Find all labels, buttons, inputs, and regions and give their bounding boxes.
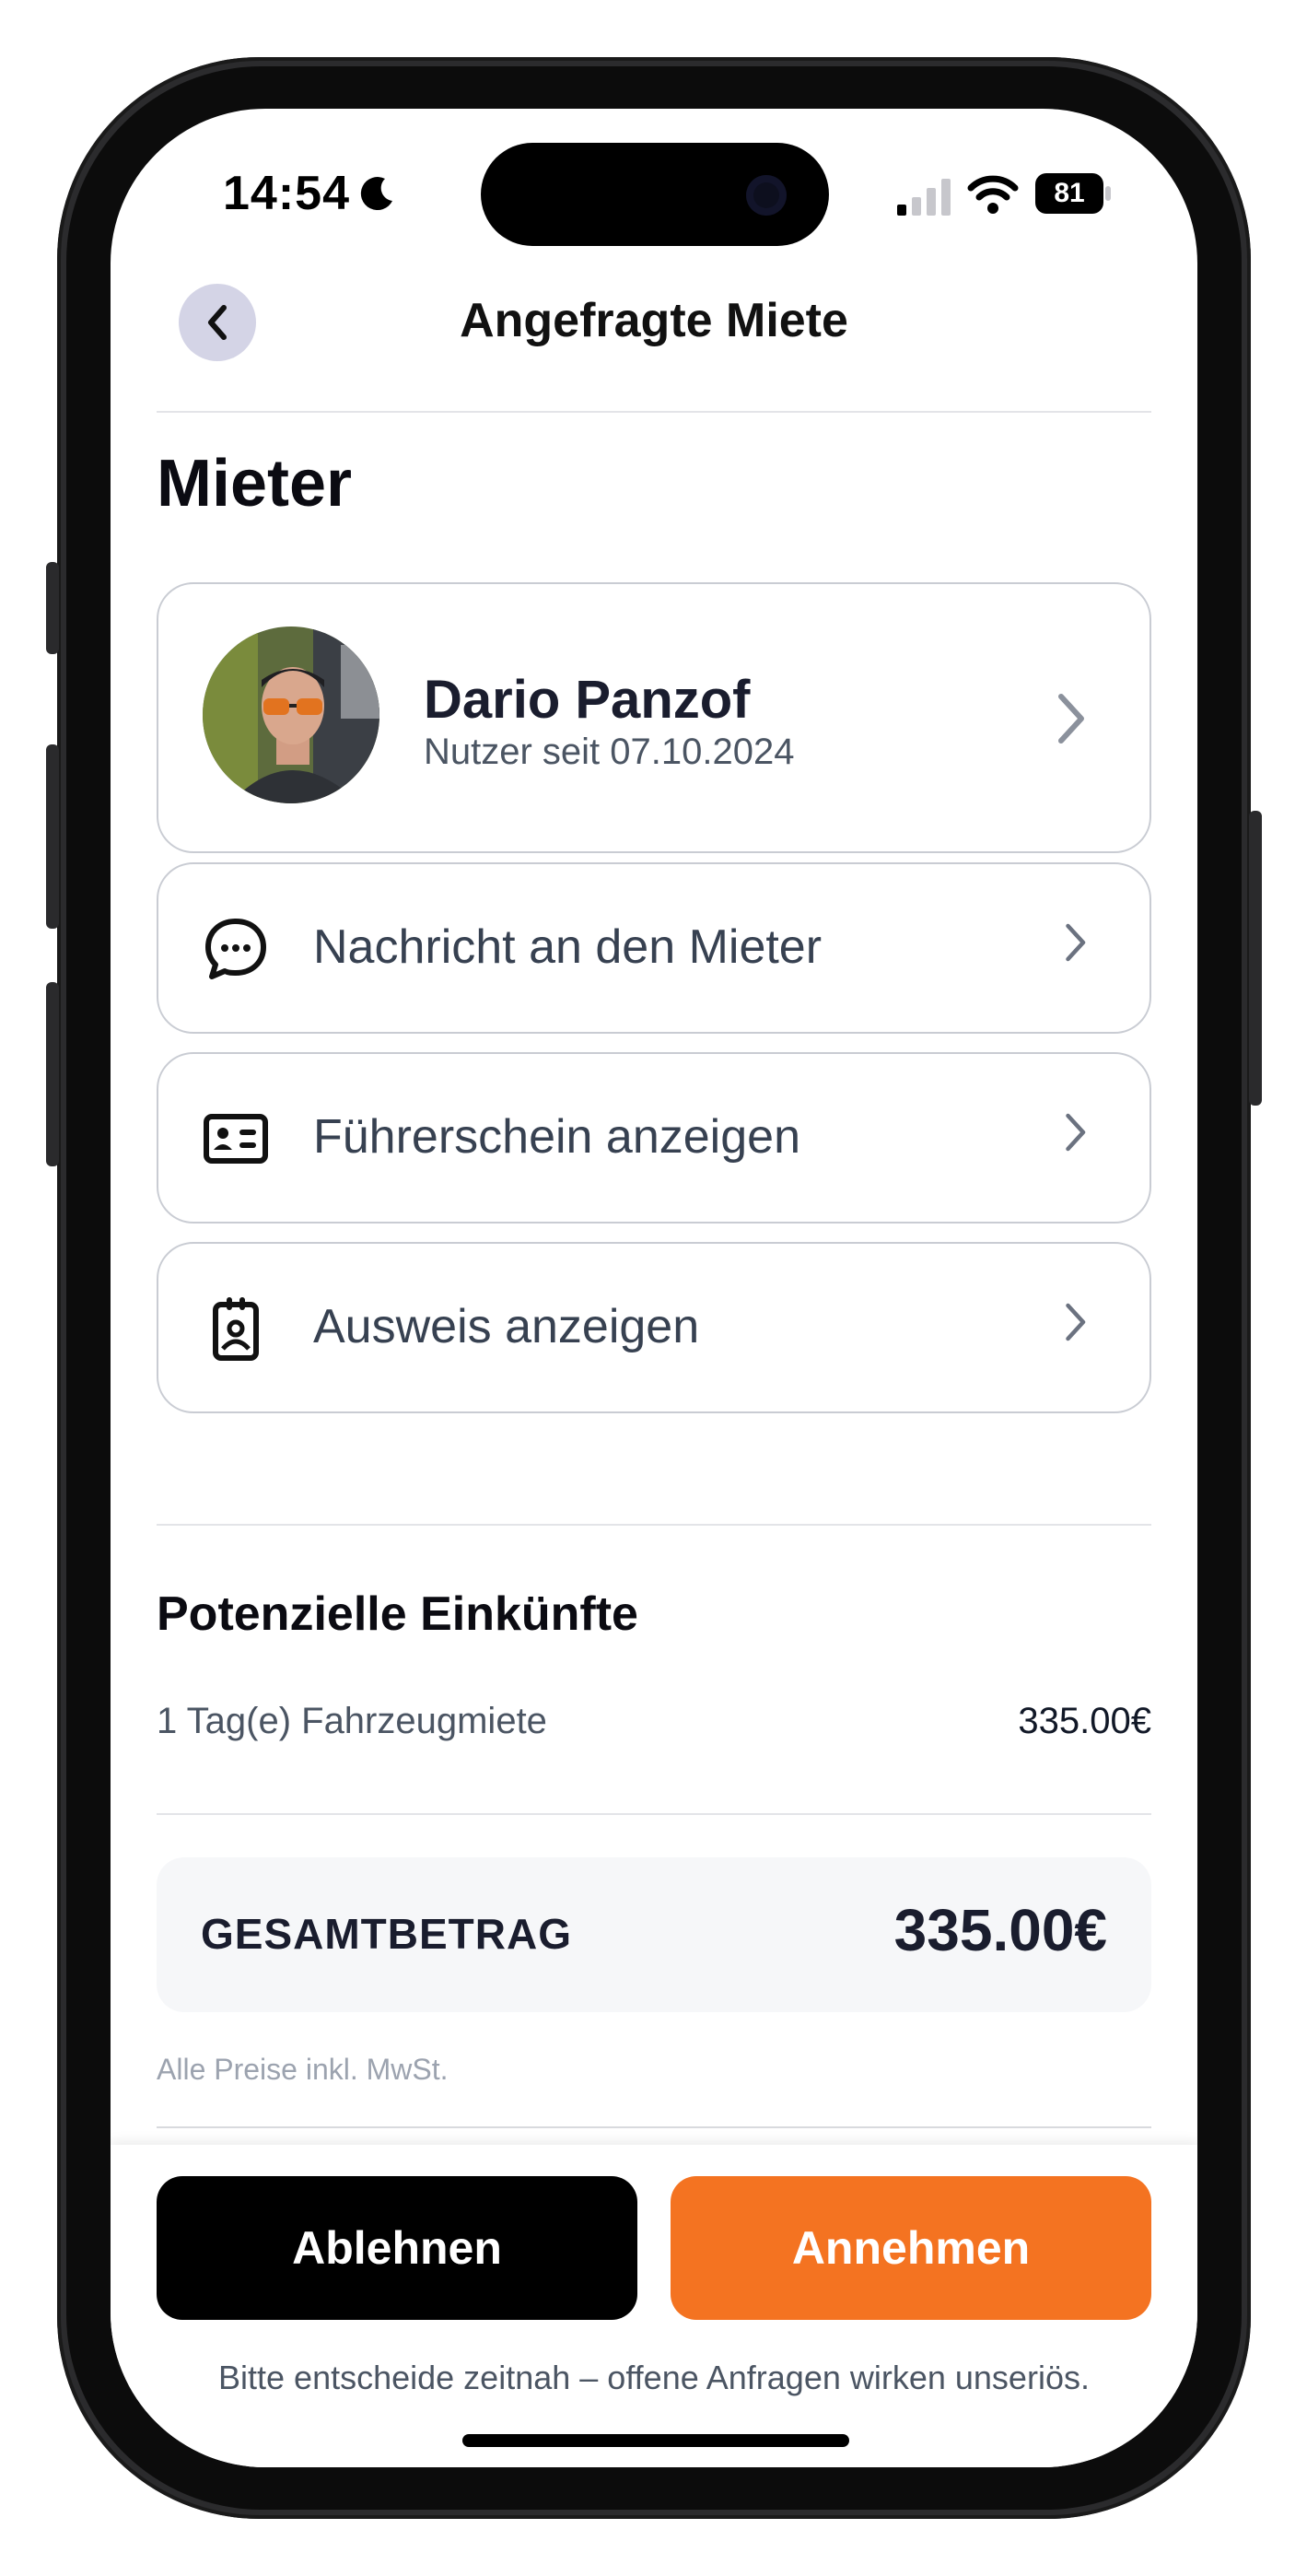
- tenant-profile-card[interactable]: Dario Panzof Nutzer seit 07.10.2024: [157, 582, 1151, 853]
- chevron-right-icon: [1058, 694, 1084, 744]
- id-card-icon: [204, 1114, 268, 1164]
- status-time: 14:54: [223, 167, 350, 220]
- rental-line-label: 1 Tag(e) Fahrzeugmiete: [157, 1701, 547, 1741]
- volume-up-button: [46, 744, 59, 929]
- rental-line-value: 335.00€: [1018, 1701, 1151, 1741]
- moon-icon: [360, 177, 392, 211]
- bottom-action-panel: Ablehnen Annehmen Bitte entscheide zeitn…: [111, 2145, 1197, 2467]
- earnings-divider: [157, 1813, 1151, 1815]
- decline-button[interactable]: Ablehnen: [157, 2176, 637, 2320]
- chevron-right-icon: [1066, 1113, 1086, 1152]
- vat-note: Alle Preise inkl. MwSt.: [157, 2053, 449, 2086]
- tenant-member-since: Nutzer seit 07.10.2024: [424, 732, 795, 772]
- id-document-label: Ausweis anzeigen: [313, 1300, 700, 1353]
- accept-button[interactable]: Annehmen: [671, 2176, 1151, 2320]
- page-title: Angefragte Miete: [460, 294, 848, 347]
- header-divider: [157, 411, 1151, 413]
- badge-icon: [213, 1297, 259, 1361]
- power-button: [1249, 811, 1262, 1106]
- signal-icon: [897, 179, 951, 216]
- chevron-right-icon: [1066, 923, 1086, 962]
- drivers-license-label: Führerschein anzeigen: [313, 1110, 800, 1164]
- screen: 14:54 81 Angefragte Miete Mieter Dario P…: [111, 109, 1197, 2467]
- decision-hint: Bitte entscheide zeitnah – offene Anfrag…: [218, 2359, 1090, 2396]
- chevron-right-icon: [1066, 1303, 1086, 1341]
- tenant-name: Dario Panzof: [424, 670, 751, 730]
- battery-level: 81: [1054, 178, 1085, 208]
- action-button: [46, 562, 59, 654]
- chat-bubble-icon: [205, 919, 266, 979]
- volume-down-button: [46, 982, 59, 1166]
- total-box: GESAMTBETRAG 335.00€: [157, 1857, 1151, 2012]
- avatar: [203, 626, 379, 803]
- drivers-license-row[interactable]: Führerschein anzeigen: [157, 1052, 1151, 1224]
- wifi-icon: [967, 175, 1019, 214]
- camera-icon: [746, 175, 787, 216]
- note-divider: [157, 2126, 1151, 2128]
- section-divider: [157, 1524, 1151, 1526]
- home-indicator[interactable]: [462, 2434, 849, 2447]
- tenant-section-title: Mieter: [157, 447, 353, 521]
- message-tenant-label: Nachricht an den Mieter: [313, 920, 823, 974]
- earnings-section-title: Potenzielle Einkünfte: [157, 1587, 638, 1641]
- total-value: 335.00€: [893, 1897, 1107, 1963]
- total-label: GESAMTBETRAG: [201, 1910, 572, 1958]
- message-tenant-row[interactable]: Nachricht an den Mieter: [157, 862, 1151, 1034]
- id-document-row[interactable]: Ausweis anzeigen: [157, 1242, 1151, 1413]
